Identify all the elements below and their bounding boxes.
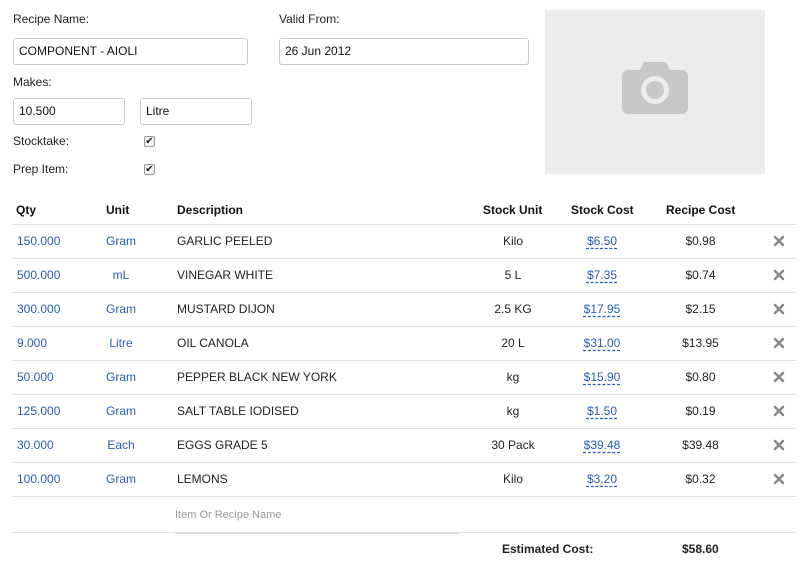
makes-label: Makes: — [13, 75, 52, 89]
delete-row-icon[interactable] — [773, 473, 785, 485]
row-recipe-cost: $0.80 — [685, 370, 716, 384]
row-qty[interactable]: 150.000 — [17, 225, 60, 258]
valid-from-label: Valid From: — [279, 12, 340, 26]
row-description: VINEGAR WHITE — [177, 268, 274, 282]
makes-qty-input[interactable]: 10.500 — [13, 98, 125, 125]
stocktake-label: Stocktake: — [13, 134, 70, 148]
row-stock-unit: 20 L — [501, 336, 525, 350]
row-stock-unit: kg — [506, 370, 520, 384]
row-stock-cost[interactable]: $31.00 — [573, 327, 631, 360]
table-bottom-divider — [13, 496, 797, 497]
makes-unit-input[interactable]: Litre — [140, 98, 252, 125]
col-header-stock-cost: Stock Cost — [571, 203, 634, 217]
row-stock-unit: 5 L — [504, 268, 522, 282]
row-stock-unit: 30 Pack — [491, 438, 535, 452]
recipe-name-label: Recipe Name: — [13, 12, 90, 26]
row-unit[interactable]: Gram — [91, 463, 151, 496]
row-unit[interactable]: Litre — [91, 327, 151, 360]
col-header-stock-unit: Stock Unit — [483, 203, 543, 217]
row-stock-cost[interactable]: $15.90 — [573, 361, 631, 394]
row-qty[interactable]: 125.000 — [17, 395, 60, 428]
row-qty[interactable]: 30.000 — [17, 429, 54, 462]
row-recipe-cost: $0.74 — [685, 268, 716, 282]
row-unit[interactable]: Each — [91, 429, 151, 462]
prep-item-label: Prep Item: — [13, 162, 69, 176]
row-qty[interactable]: 500.000 — [17, 259, 60, 292]
stocktake-checkbox[interactable]: ✔ — [144, 136, 155, 147]
delete-row-icon[interactable] — [773, 303, 785, 315]
row-description: SALT TABLE IODISED — [177, 404, 299, 418]
row-stock-cost[interactable]: $1.50 — [573, 395, 631, 428]
delete-row-icon[interactable] — [773, 337, 785, 349]
row-recipe-cost: $0.98 — [685, 234, 716, 248]
row-unit[interactable]: mL — [91, 259, 151, 292]
valid-from-input[interactable]: 26 Jun 2012 — [279, 38, 529, 65]
row-stock-cost[interactable]: $7.35 — [573, 259, 631, 292]
footer-divider — [13, 532, 797, 533]
estimated-cost-value: $58.60 — [682, 542, 719, 556]
col-header-unit: Unit — [106, 203, 130, 217]
photo-upload-area[interactable] — [545, 10, 765, 174]
row-qty[interactable]: 300.000 — [17, 293, 60, 326]
row-description: GARLIC PEELED — [177, 234, 273, 248]
col-header-recipe-cost: Recipe Cost — [666, 203, 736, 217]
row-description: PEPPER BLACK NEW YORK — [177, 370, 337, 384]
row-description: EGGS GRADE 5 — [177, 438, 268, 452]
prep-item-checkbox[interactable]: ✔ — [144, 164, 155, 175]
delete-row-icon[interactable] — [773, 439, 785, 451]
delete-row-icon[interactable] — [773, 235, 785, 247]
camera-icon — [622, 62, 688, 114]
row-qty[interactable]: 100.000 — [17, 463, 60, 496]
table-row: 125.000 Gram SALT TABLE IODISED kg $1.50 $0.1… — [13, 394, 797, 429]
table-row: 30.000 Each EGGS GRADE 5 30 Pack $39.48 $39.4… — [13, 428, 797, 463]
row-description: LEMONS — [177, 472, 228, 486]
row-recipe-cost: $39.48 — [682, 438, 719, 452]
table-row: 9.000 Litre OIL CANOLA 20 L $31.00 $13.95 — [13, 326, 797, 361]
row-stock-cost[interactable]: $6.50 — [573, 225, 631, 258]
row-stock-cost[interactable]: $3.20 — [573, 463, 631, 496]
recipe-name-input[interactable]: COMPONENT - AIOLI — [13, 38, 248, 65]
row-qty[interactable]: 50.000 — [17, 361, 54, 394]
row-unit[interactable]: Gram — [91, 395, 151, 428]
delete-row-icon[interactable] — [773, 405, 785, 417]
row-unit[interactable]: Gram — [91, 361, 151, 394]
delete-row-icon[interactable] — [773, 269, 785, 281]
table-row: 300.000 Gram MUSTARD DIJON 2.5 KG $17.95 $2.1… — [13, 292, 797, 327]
row-stock-unit: 2.5 KG — [494, 302, 532, 316]
row-stock-cost[interactable]: $17.95 — [573, 293, 631, 326]
table-row: 150.000 Gram GARLIC PEELED Kilo $6.50 $0.98 — [13, 224, 797, 259]
row-stock-unit: kg — [506, 404, 520, 418]
row-stock-cost[interactable]: $39.48 — [573, 429, 631, 462]
estimated-cost-label: Estimated Cost: — [502, 542, 594, 556]
row-description: OIL CANOLA — [177, 336, 249, 350]
delete-row-icon[interactable] — [773, 371, 785, 383]
table-row: 500.000 mL VINEGAR WHITE 5 L $7.35 $0.74 — [13, 258, 797, 293]
row-recipe-cost: $0.32 — [685, 472, 716, 486]
row-qty[interactable]: 9.000 — [17, 327, 47, 360]
table-row: 50.000 Gram PEPPER BLACK NEW YORK kg $15.90 $… — [13, 360, 797, 395]
row-unit[interactable]: Gram — [91, 225, 151, 258]
row-stock-unit: Kilo — [502, 234, 523, 248]
row-description: MUSTARD DIJON — [177, 302, 275, 316]
row-stock-unit: Kilo — [502, 472, 523, 486]
row-recipe-cost: $2.15 — [685, 302, 716, 316]
row-recipe-cost: $0.19 — [685, 404, 716, 418]
col-header-description: Description — [177, 203, 244, 217]
table-row: 100.000 Gram LEMONS Kilo $3.20 $0.32 — [13, 462, 797, 497]
row-recipe-cost: $13.95 — [682, 336, 719, 350]
add-item-input[interactable]: Item Or Recipe Name — [175, 505, 459, 534]
col-header-qty: Qty — [16, 203, 37, 217]
row-unit[interactable]: Gram — [91, 293, 151, 326]
